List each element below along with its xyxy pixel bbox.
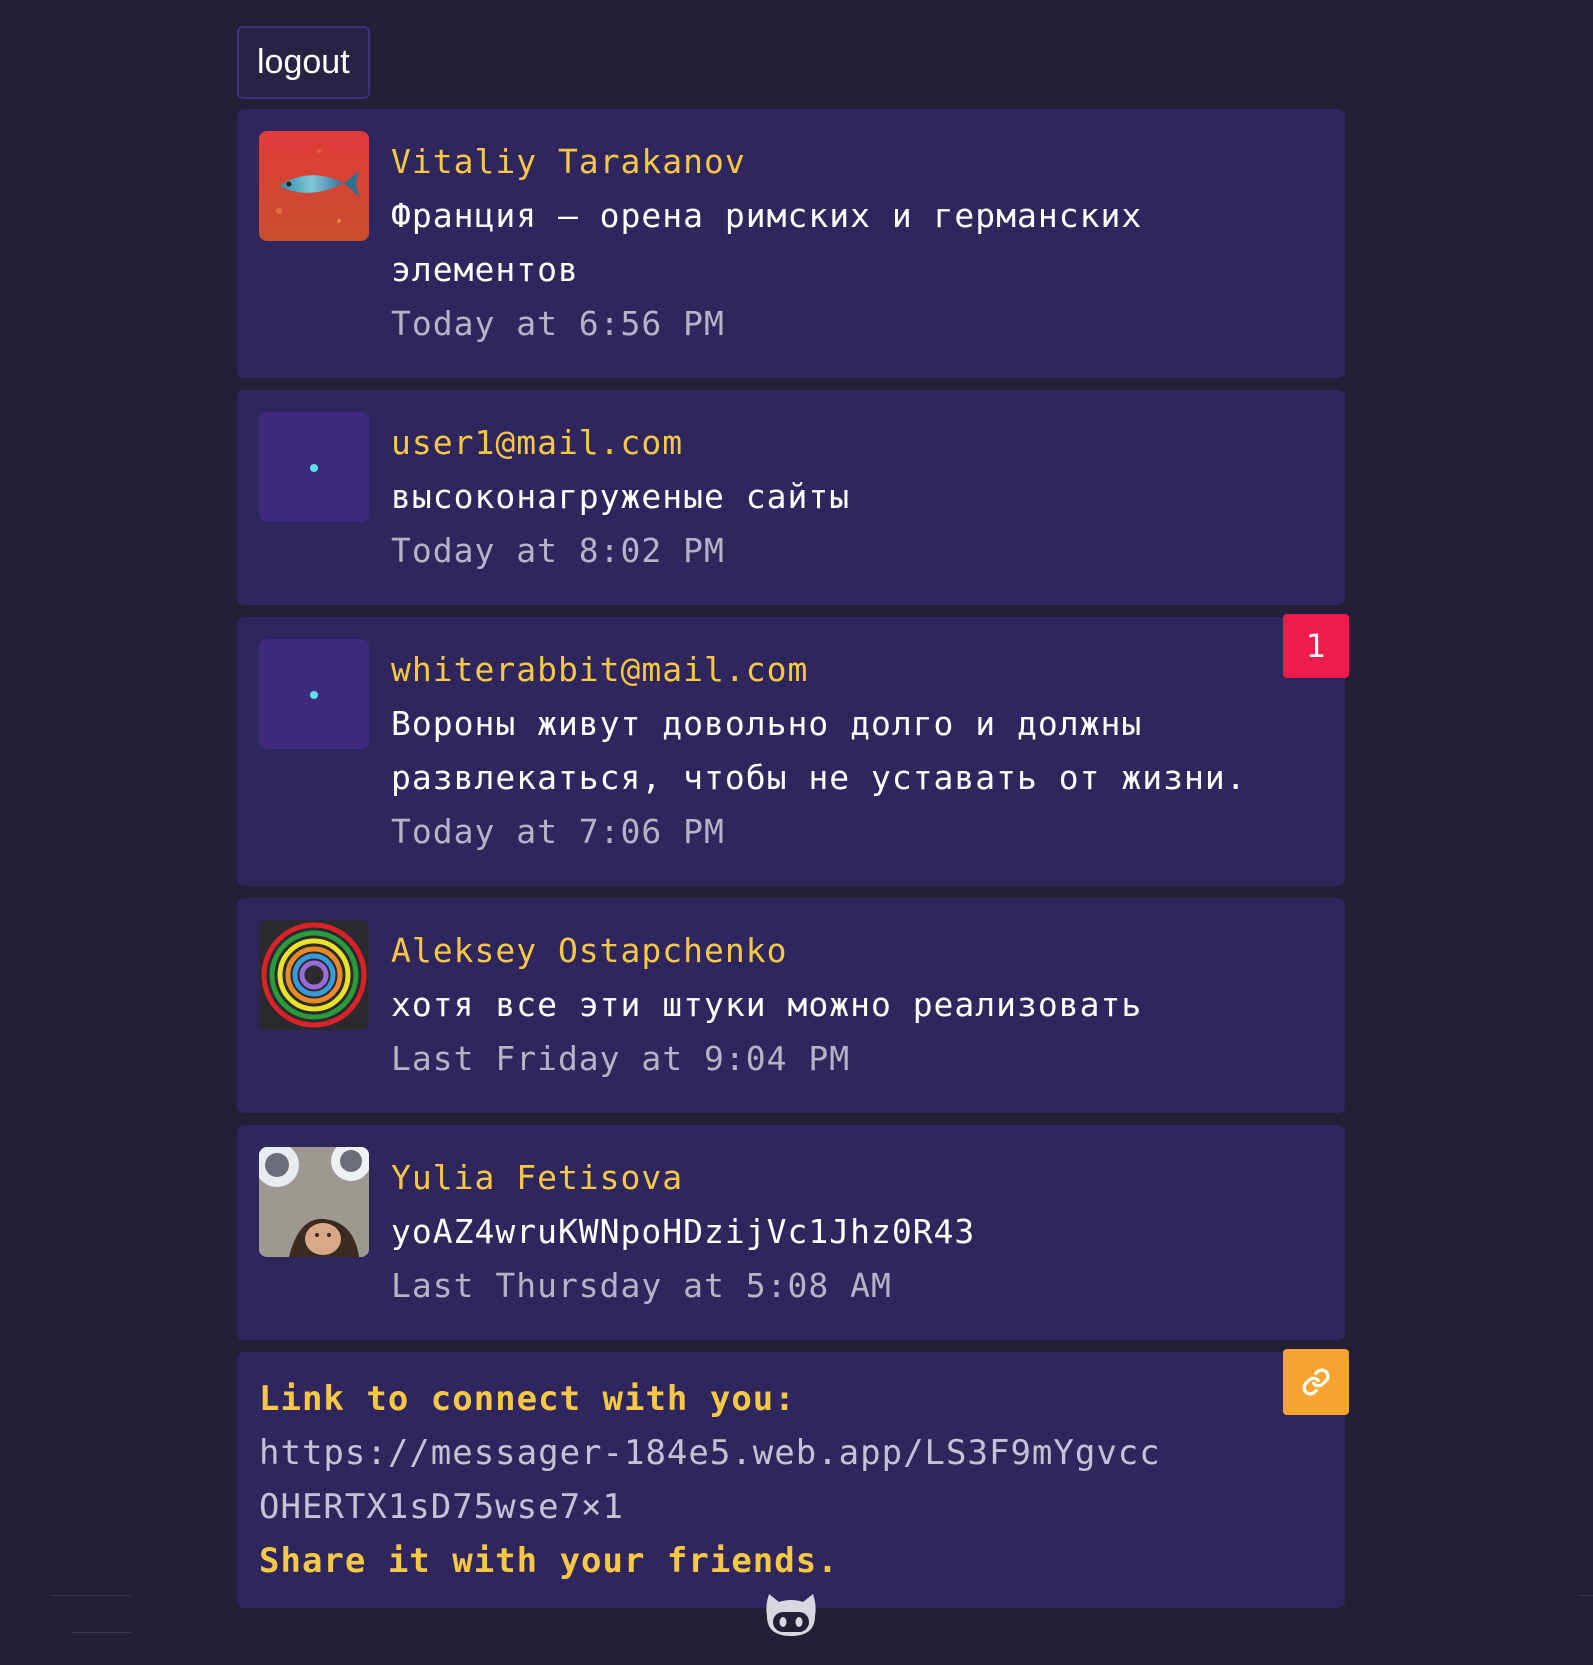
message-time: Last Friday at 9:04 PM bbox=[391, 1039, 851, 1078]
fish-painting-icon bbox=[259, 131, 369, 241]
copy-link-button[interactable] bbox=[1283, 1349, 1349, 1415]
invite-share-text: Share it with your friends. bbox=[259, 1541, 839, 1581]
left-divider bbox=[50, 1595, 132, 1596]
chat-item[interactable]: Vitaliy Tarakanov Франция – орена римски… bbox=[237, 109, 1345, 378]
default-dot-icon bbox=[310, 464, 318, 472]
avatar bbox=[259, 1147, 369, 1257]
avatar bbox=[259, 131, 369, 241]
contact-name: Yulia Fetisova bbox=[391, 1158, 684, 1197]
last-message: yoAZ4wruKWNpoHDzijVc1Jhz0R43 bbox=[391, 1212, 976, 1251]
photo-avatar-icon bbox=[259, 1147, 369, 1257]
contact-name: Aleksey Ostapchenko bbox=[391, 931, 788, 970]
right-divider bbox=[1578, 1595, 1593, 1596]
logout-button[interactable]: logout bbox=[237, 26, 370, 99]
last-message: Вороны живут довольно долго и должны раз… bbox=[391, 704, 1247, 797]
contact-name: user1@mail.com bbox=[391, 423, 684, 462]
message-time: Today at 8:02 PM bbox=[391, 531, 725, 570]
invite-url[interactable]: https://messager-184e5.web.app/LS3F9mYgv… bbox=[259, 1426, 1179, 1534]
rainbow-rings-icon bbox=[261, 922, 367, 1028]
chat-item[interactable]: Aleksey Ostapchenko хотя все эти штуки м… bbox=[237, 898, 1345, 1113]
invite-link-card: Link to connect with you: https://messag… bbox=[237, 1349, 1349, 1608]
last-message: хотя все эти штуки можно реализовать bbox=[391, 985, 1143, 1024]
last-message: высоконагруженые сайты bbox=[391, 477, 851, 516]
default-dot-icon bbox=[310, 691, 318, 699]
message-time: Last Thursday at 5:08 AM bbox=[391, 1266, 892, 1305]
chat-item[interactable]: user1@mail.com высоконагруженые сайты To… bbox=[237, 390, 1345, 605]
link-icon bbox=[1302, 1368, 1330, 1396]
last-message: Франция – орена римских и германских эле… bbox=[391, 196, 1143, 289]
left-divider-2 bbox=[72, 1632, 132, 1633]
chat-list-container: logout Vitaliy Tarakanov Франция – орена… bbox=[237, 26, 1349, 1608]
chat-item[interactable]: Yulia Fetisova yoAZ4wruKWNpoHDzijVc1Jhz0… bbox=[237, 1125, 1345, 1340]
avatar bbox=[259, 920, 369, 1030]
message-time: Today at 7:06 PM bbox=[391, 812, 725, 851]
chat-item[interactable]: 1 whiterabbit@mail.com Вороны живут дово… bbox=[237, 614, 1349, 886]
avatar bbox=[259, 412, 369, 522]
avatar bbox=[259, 639, 369, 749]
contact-name: whiterabbit@mail.com bbox=[391, 650, 809, 689]
message-time: Today at 6:56 PM bbox=[391, 304, 725, 343]
github-icon[interactable] bbox=[763, 1590, 819, 1640]
invite-title: Link to connect with you: bbox=[259, 1379, 796, 1419]
unread-badge: 1 bbox=[1283, 614, 1349, 678]
contact-name: Vitaliy Tarakanov bbox=[391, 142, 746, 181]
